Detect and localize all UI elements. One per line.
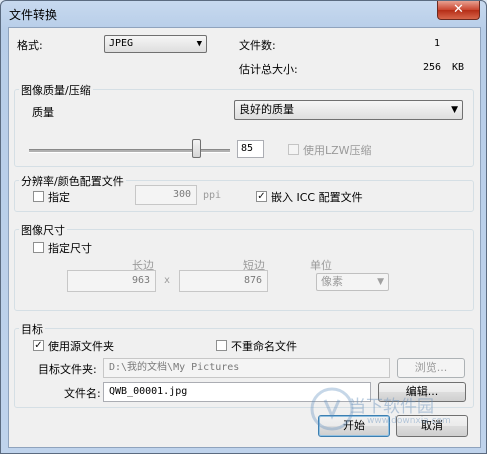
close-button[interactable]: ✕ xyxy=(437,1,480,20)
dpi-unit: ppi xyxy=(203,190,222,201)
quality-select[interactable]: 良好的质量 ▼ xyxy=(234,100,463,120)
lzw-label: 使用LZW压缩 xyxy=(303,144,372,157)
target-folder-field[interactable]: D:\我的文档\My Pictures xyxy=(103,358,390,378)
est-size-unit: KB xyxy=(452,62,465,73)
target-folder-label: 目标文件夹: xyxy=(38,363,97,376)
quality-label: 质量 xyxy=(32,106,54,119)
watermark-url: www.downxia.com xyxy=(367,416,451,426)
dpi-field[interactable]: 300 xyxy=(135,185,197,205)
specify-dpi-checkbox[interactable] xyxy=(33,191,44,202)
no-rename-label: 不重命名文件 xyxy=(231,340,297,353)
specify-dpi-label: 指定 xyxy=(48,191,70,204)
chevron-down-icon: ▼ xyxy=(451,105,458,115)
unit-select-value: 像素 xyxy=(321,275,343,288)
quality-value-field[interactable]: 85 xyxy=(237,140,264,158)
quality-slider-thumb[interactable] xyxy=(192,139,202,158)
use-source-folder-checkbox[interactable]: ✓ xyxy=(33,340,44,351)
format-label: 格式: xyxy=(17,39,43,52)
no-rename-checkbox[interactable] xyxy=(216,340,227,351)
window-title: 文件转换 xyxy=(9,8,58,22)
file-count-label: 文件数: xyxy=(239,39,276,52)
embed-icc-label: 嵌入 ICC 配置文件 xyxy=(271,191,363,204)
watermark-text: 当下软件园 xyxy=(349,397,434,417)
short-side-field[interactable]: 876 xyxy=(179,270,268,292)
est-size-value: 256 xyxy=(423,62,442,73)
dialog-body: 格式: JPEG ▼ 文件数: 1 估计总大小: 256 KB 图像质量/压缩 … xyxy=(8,27,481,448)
chevron-down-icon: ▼ xyxy=(196,39,202,49)
resolution-group-title: 分辨率/颜色配置文件 xyxy=(19,173,126,189)
long-side-field[interactable]: 963 xyxy=(67,270,156,292)
chevron-down-icon: ▼ xyxy=(377,277,384,287)
target-group-title: 目标 xyxy=(19,321,45,337)
unit-select[interactable]: 像素 ▼ xyxy=(316,273,389,291)
format-select[interactable]: JPEG ▼ xyxy=(104,35,207,53)
title-bar[interactable]: 文件转换 ✕ xyxy=(1,1,486,25)
lzw-checkbox[interactable] xyxy=(288,144,299,155)
times-sign: x xyxy=(164,275,171,286)
filename-label: 文件名: xyxy=(64,387,101,400)
file-convert-dialog: 文件转换 ✕ 格式: JPEG ▼ 文件数: 1 估计总大小: 256 KB 图… xyxy=(0,0,487,454)
quality-group-title: 图像质量/压缩 xyxy=(19,82,93,98)
format-select-value: JPEG xyxy=(109,38,134,49)
browse-button[interactable]: 浏览... xyxy=(397,358,465,378)
embed-icc-checkbox[interactable]: ✓ xyxy=(256,191,267,202)
image-size-group-title: 图像尺寸 xyxy=(19,222,67,238)
specify-size-checkbox[interactable] xyxy=(33,242,44,253)
file-count-value: 1 xyxy=(434,38,441,49)
close-icon: ✕ xyxy=(453,2,464,17)
use-source-folder-label: 使用源文件夹 xyxy=(48,340,114,353)
est-size-label: 估计总大小: xyxy=(239,63,298,76)
quality-select-value: 良好的质量 xyxy=(239,103,294,116)
unit-label: 单位 xyxy=(310,259,332,272)
specify-size-label: 指定尺寸 xyxy=(48,242,92,255)
